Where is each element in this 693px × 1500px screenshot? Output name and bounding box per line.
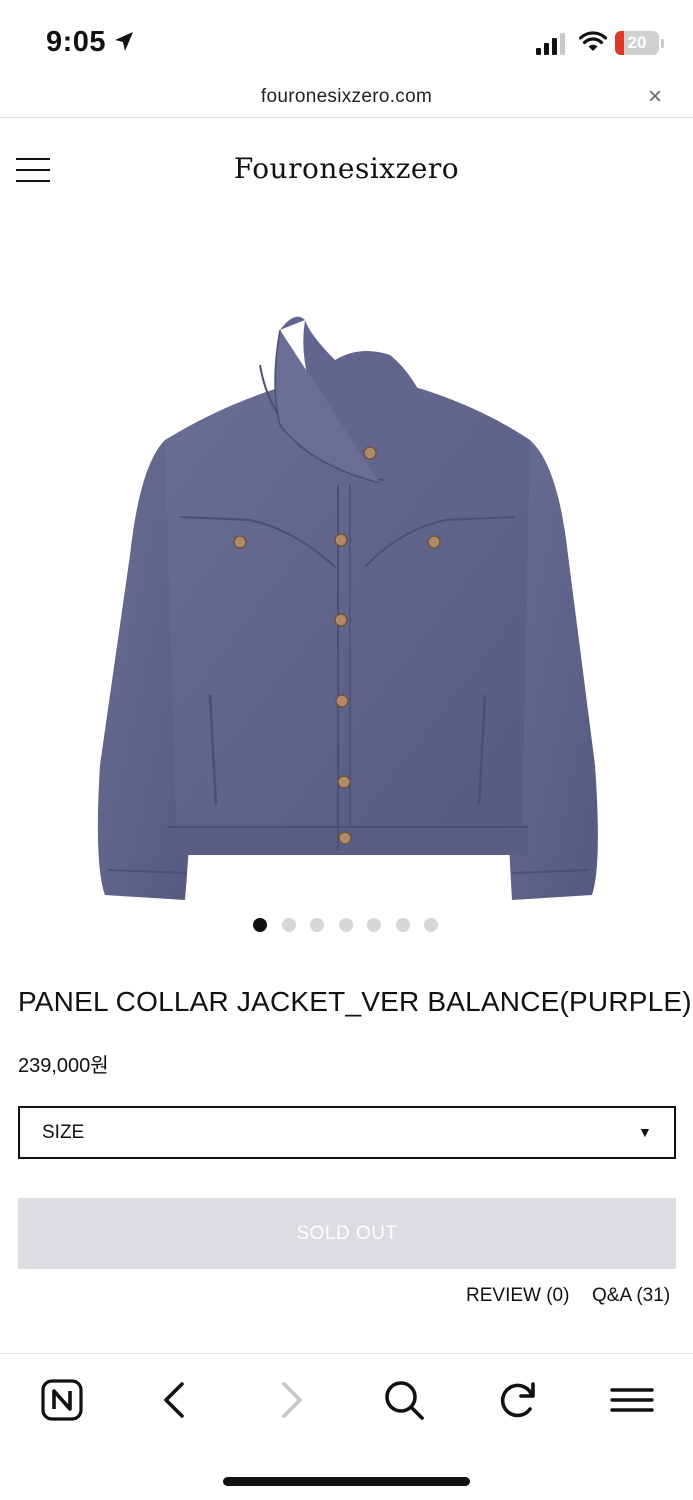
size-select-label: SIZE xyxy=(42,1122,85,1143)
wifi-icon xyxy=(579,31,607,51)
review-link[interactable]: REVIEW (0) xyxy=(466,1285,569,1307)
carousel-dot[interactable] xyxy=(310,918,324,932)
site-logo[interactable]: Fouronesixzero xyxy=(0,152,693,185)
dropdown-arrow-icon: ▼ xyxy=(638,1124,652,1140)
search-icon[interactable] xyxy=(380,1376,428,1424)
naver-home-icon[interactable] xyxy=(38,1376,86,1424)
sold-out-button[interactable]: SOLD OUT xyxy=(18,1198,676,1269)
browser-url-bar[interactable]: fouronesixzero.com × xyxy=(0,84,693,118)
status-time: 9:05 xyxy=(46,26,107,58)
carousel-dot[interactable] xyxy=(367,918,381,932)
browser-toolbar xyxy=(0,1353,693,1500)
home-indicator[interactable] xyxy=(223,1477,470,1486)
product-image[interactable] xyxy=(80,305,620,910)
close-icon[interactable]: × xyxy=(648,84,662,110)
size-select[interactable]: SIZE ▼ xyxy=(18,1106,676,1159)
url-text[interactable]: fouronesixzero.com xyxy=(0,86,693,108)
product-title: PANEL COLLAR JACKET_VER BALANCE(PURPLE) xyxy=(18,986,692,1017)
product-page: 9:05 20 fouronesixzero.com × Fouronesixz… xyxy=(0,0,693,1500)
battery-nub xyxy=(661,39,664,48)
qa-link[interactable]: Q&A (31) xyxy=(592,1285,670,1307)
menu-icon[interactable] xyxy=(608,1376,656,1424)
carousel-dot[interactable] xyxy=(253,918,267,932)
battery-indicator: 20 xyxy=(615,31,659,55)
reload-icon[interactable] xyxy=(494,1376,542,1424)
battery-level: 20 xyxy=(627,33,647,52)
status-bar: 9:05 20 xyxy=(0,0,693,84)
carousel-dot[interactable] xyxy=(395,918,410,932)
site-header: Fouronesixzero xyxy=(0,118,693,218)
forward-icon[interactable] xyxy=(266,1376,314,1424)
location-arrow-icon xyxy=(115,32,133,51)
product-price: 239,000원 xyxy=(18,1055,109,1077)
carousel-dot[interactable] xyxy=(424,918,438,932)
carousel-dot[interactable] xyxy=(281,918,296,932)
cellular-signal-icon xyxy=(536,33,565,55)
back-icon[interactable] xyxy=(152,1376,200,1424)
carousel-dot[interactable] xyxy=(338,918,353,932)
